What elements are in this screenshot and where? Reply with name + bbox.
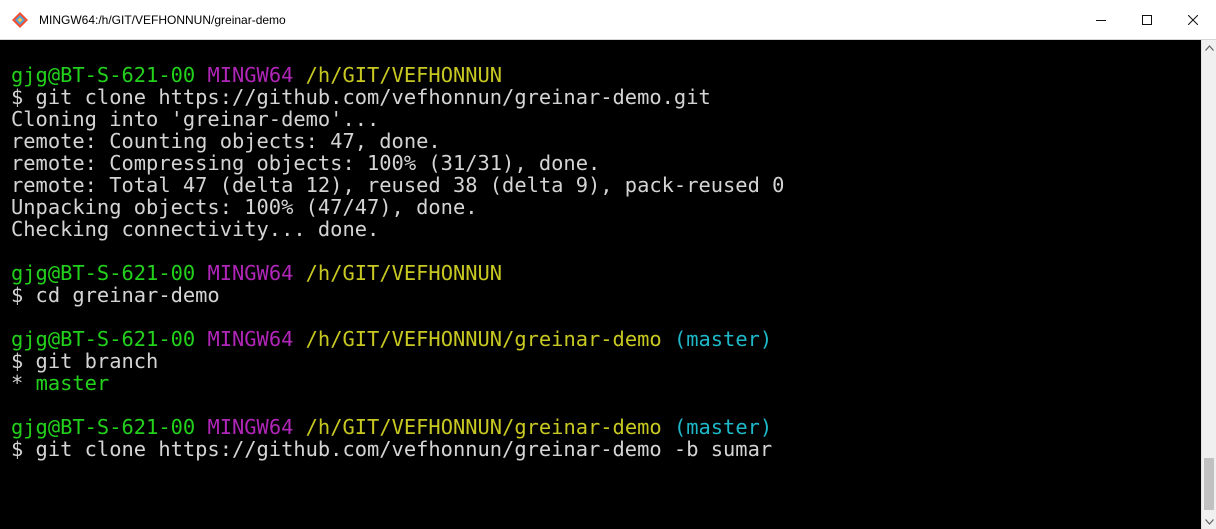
current-branch-name: master: [35, 371, 110, 395]
minimize-button[interactable]: [1078, 0, 1124, 40]
scrollbar-thumb[interactable]: [1204, 458, 1214, 510]
prompt-branch: (master): [673, 415, 773, 439]
prompt-user-host: gjg@BT-S-621-00: [11, 327, 196, 351]
command-line: $ git clone https://github.com/vefhonnun…: [11, 437, 773, 461]
scroll-down-button[interactable]: [1202, 514, 1216, 529]
prompt-user-host: gjg@BT-S-621-00: [11, 261, 196, 285]
output-line: Checking connectivity... done.: [11, 217, 380, 241]
prompt-shell: MINGW64: [207, 63, 294, 87]
prompt-branch: (master): [673, 327, 773, 351]
prompt-shell: MINGW64: [207, 415, 294, 439]
prompt-path: /h/GIT/VEFHONNUN/greinar-demo: [305, 415, 662, 439]
chevron-down-icon: [1205, 518, 1214, 525]
prompt-path: /h/GIT/VEFHONNUN: [305, 261, 503, 285]
git-bash-icon: [12, 11, 28, 28]
branch-list-line: * master: [11, 372, 1201, 394]
command-line: $ git branch: [11, 349, 159, 373]
window-title: MINGW64:/h/GIT/VEFHONNUN/greinar-demo: [39, 12, 286, 27]
prompt-line: gjg@BT-S-621-00 MINGW64 /h/GIT/VEFHONNUN…: [11, 416, 1201, 438]
maximize-button[interactable]: [1124, 0, 1170, 40]
current-branch-marker: *: [11, 371, 24, 395]
terminal-output[interactable]: gjg@BT-S-621-00 MINGW64 /h/GIT/VEFHONNUN…: [0, 40, 1201, 529]
prompt-path: /h/GIT/VEFHONNUN: [305, 63, 503, 87]
close-icon: [1188, 15, 1198, 25]
window-titlebar[interactable]: MINGW64:/h/GIT/VEFHONNUN/greinar-demo: [0, 0, 1216, 40]
output-line: remote: Total 47 (delta 12), reused 38 (…: [11, 173, 785, 197]
prompt-user-host: gjg@BT-S-621-00: [11, 63, 196, 87]
chevron-up-icon: [1205, 44, 1214, 51]
scroll-up-button[interactable]: [1202, 40, 1216, 55]
prompt-path: /h/GIT/VEFHONNUN/greinar-demo: [305, 327, 662, 351]
terminal-lines: gjg@BT-S-621-00 MINGW64 /h/GIT/VEFHONNUN…: [0, 40, 1201, 460]
prompt-line: gjg@BT-S-621-00 MINGW64 /h/GIT/VEFHONNUN: [11, 262, 1201, 284]
window-controls: [1078, 0, 1216, 40]
output-line: Cloning into 'greinar-demo'...: [11, 107, 380, 131]
command-line: $ git clone https://github.com/vefhonnun…: [11, 85, 711, 109]
maximize-icon: [1142, 15, 1152, 25]
output-line: remote: Compressing objects: 100% (31/31…: [11, 151, 601, 175]
output-line: Unpacking objects: 100% (47/47), done.: [11, 195, 478, 219]
output-line: remote: Counting objects: 47, done.: [11, 129, 441, 153]
prompt-shell: MINGW64: [207, 261, 294, 285]
prompt-line: gjg@BT-S-621-00 MINGW64 /h/GIT/VEFHONNUN: [11, 64, 1201, 86]
command-line: $ cd greinar-demo: [11, 283, 220, 307]
close-button[interactable]: [1170, 0, 1216, 40]
minimize-icon: [1096, 20, 1106, 21]
prompt-shell: MINGW64: [207, 327, 294, 351]
vertical-scrollbar[interactable]: [1201, 40, 1216, 529]
prompt-line: gjg@BT-S-621-00 MINGW64 /h/GIT/VEFHONNUN…: [11, 328, 1201, 350]
prompt-user-host: gjg@BT-S-621-00: [11, 415, 196, 439]
